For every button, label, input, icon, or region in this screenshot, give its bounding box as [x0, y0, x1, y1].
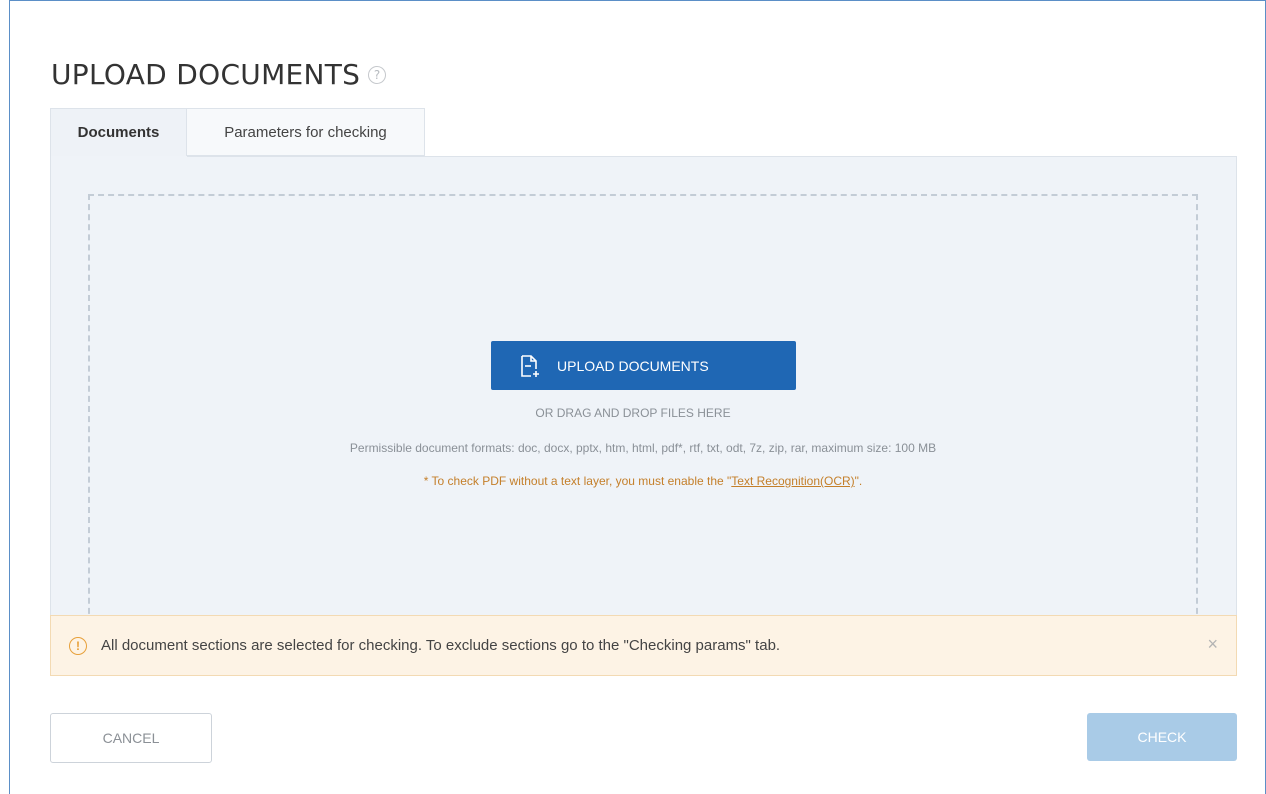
tab-bar: Documents Parameters for checking: [50, 108, 425, 156]
ocr-note-suffix: ".: [854, 474, 863, 488]
permissible-formats-text: Permissible document formats: doc, docx,…: [349, 441, 937, 455]
upload-documents-label: UPLOAD DOCUMENTS: [557, 357, 709, 374]
cancel-button[interactable]: CANCEL: [50, 713, 212, 763]
check-button[interactable]: CHECK: [1087, 713, 1237, 761]
file-add-icon: [521, 354, 539, 377]
page-title-text: UPLOAD DOCUMENTS: [51, 58, 361, 91]
upload-documents-button[interactable]: UPLOAD DOCUMENTS: [491, 341, 796, 390]
help-icon[interactable]: ?: [368, 65, 387, 84]
tab-documents[interactable]: Documents: [50, 108, 187, 156]
ocr-note: * To check PDF without a text layer, you…: [0, 474, 1266, 488]
sections-alert: ! All document sections are selected for…: [50, 615, 1237, 676]
close-icon[interactable]: ×: [1207, 634, 1218, 655]
tab-parameters-for-checking[interactable]: Parameters for checking: [187, 108, 425, 156]
info-icon: !: [69, 636, 87, 655]
alert-text: All document sections are selected for c…: [101, 637, 781, 654]
ocr-link[interactable]: Text Recognition(OCR): [731, 474, 854, 488]
drag-drop-hint: OR DRAG AND DROP FILES HERE: [535, 406, 731, 420]
panel-divider: [187, 156, 1237, 157]
ocr-note-prefix: * To check PDF without a text layer, you…: [423, 474, 732, 488]
page-title: UPLOAD DOCUMENTS ?: [51, 58, 387, 91]
